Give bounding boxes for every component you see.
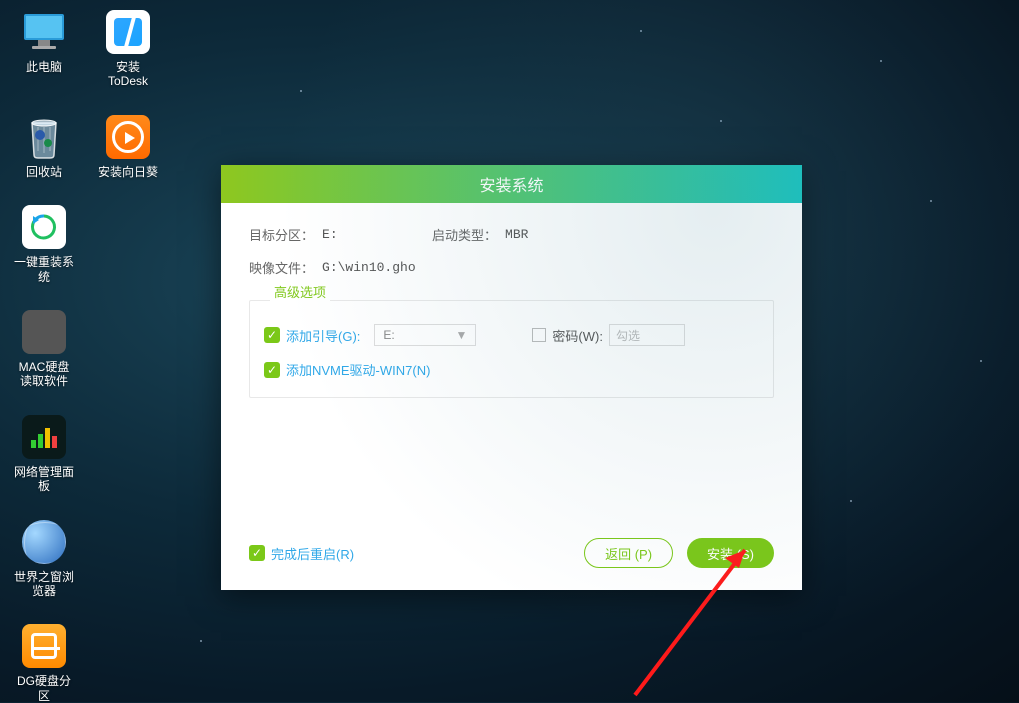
add-boot-select[interactable]: E: ▼ [374, 324, 476, 346]
advanced-options-group: 高级选项 ✓ 添加引导(G): E: ▼ 密码(W): 勾选 ✓ 添加NVME驱… [249, 291, 774, 398]
advanced-legend: 高级选项 [270, 282, 330, 301]
desktop-row: DG硬盘分区 [14, 624, 158, 703]
desktop-icon-todesk[interactable]: 安装ToDesk [98, 10, 158, 89]
add-boot-value: E: [383, 328, 394, 342]
add-boot-label: 添加引导(G): [286, 326, 360, 345]
image-file-label: 映像文件： [249, 258, 314, 277]
partition-icon [22, 624, 66, 668]
checkbox-password[interactable] [532, 328, 546, 342]
dialog-title: 安装系统 [221, 165, 802, 203]
desktop-icon-diskgenius[interactable]: DG硬盘分区 [14, 624, 74, 703]
dialog-body: 目标分区： E: 启动类型： MBR 映像文件： G:\win10.gho 高级… [221, 203, 802, 522]
target-partition-label: 目标分区： [249, 225, 314, 244]
row-add-nvme: ✓ 添加NVME驱动-WIN7(N) [264, 360, 759, 379]
desktop-icon-sunlogin[interactable]: 安装向日葵 [98, 115, 158, 179]
desktop-icon-label: 世界之窗浏览器 [14, 570, 74, 599]
desktop-icon-label: MAC硬盘读取软件 [14, 360, 74, 389]
checkbox-add-boot[interactable]: ✓ [264, 327, 280, 343]
checkbox-restart-after[interactable]: ✓ [249, 545, 265, 561]
desktop-row: MAC硬盘读取软件 [14, 310, 158, 389]
target-partition-value: E: [322, 227, 432, 242]
globe-icon [22, 520, 66, 564]
password-label: 密码(W): [552, 326, 603, 345]
checkbox-add-nvme[interactable]: ✓ [264, 362, 280, 378]
desktop-icon-label: 此电脑 [26, 60, 62, 74]
back-button[interactable]: 返回 (P) [584, 538, 673, 568]
row-image-file: 映像文件： G:\win10.gho [249, 258, 774, 277]
desktop-icon-label: DG硬盘分区 [14, 674, 74, 703]
desktop-icon-label: 回收站 [26, 165, 62, 179]
dialog-footer: ✓ 完成后重启(R) 返回 (P) 安装 (S) [221, 522, 802, 590]
monitor-icon [22, 10, 66, 54]
desktop-row: 回收站 安装向日葵 [14, 115, 158, 179]
desktop-row: 此电脑 安装ToDesk [14, 10, 158, 89]
desktop-icon-reinstall[interactable]: 一键重装系统 [14, 205, 74, 284]
desktop-icons: 此电脑 安装ToDesk 回收站 安装向日葵 [0, 0, 158, 703]
desktop-icon-label: 安装向日葵 [98, 165, 158, 179]
add-nvme-label: 添加NVME驱动-WIN7(N) [286, 360, 430, 379]
boot-type-value: MBR [505, 227, 528, 242]
todesk-icon [106, 10, 150, 54]
desktop-icon-this-pc[interactable]: 此电脑 [14, 10, 74, 89]
boot-type-label: 启动类型： [432, 225, 497, 244]
password-input[interactable]: 勾选 [609, 324, 685, 346]
disk-icon [22, 310, 66, 354]
desktop-row: 一键重装系统 [14, 205, 158, 284]
desktop-row: 网络管理面板 [14, 415, 158, 494]
desktop-icon-recycle-bin[interactable]: 回收站 [14, 115, 74, 179]
row-target-partition: 目标分区： E: 启动类型： MBR [249, 225, 774, 244]
trash-icon [22, 115, 66, 159]
desktop-icon-network-panel[interactable]: 网络管理面板 [14, 415, 74, 494]
desktop-icon-theworld-browser[interactable]: 世界之窗浏览器 [14, 520, 74, 599]
sunflower-icon [106, 115, 150, 159]
desktop-icon-label: 一键重装系统 [14, 255, 74, 284]
install-system-dialog: 安装系统 目标分区： E: 启动类型： MBR 映像文件： G:\win10.g… [221, 165, 802, 590]
desktop-icon-mac-disk[interactable]: MAC硬盘读取软件 [14, 310, 74, 389]
desktop-icon-label: 安装ToDesk [98, 60, 158, 89]
bars-icon [22, 415, 66, 459]
image-file-value: G:\win10.gho [322, 260, 416, 275]
desktop-icon-label: 网络管理面板 [14, 465, 74, 494]
password-placeholder: 勾选 [616, 327, 640, 344]
desktop-row: 世界之窗浏览器 [14, 520, 158, 599]
row-add-boot: ✓ 添加引导(G): E: ▼ 密码(W): 勾选 [264, 324, 759, 346]
install-button[interactable]: 安装 (S) [687, 538, 774, 568]
reinstall-icon [22, 205, 66, 249]
chevron-down-icon: ▼ [456, 328, 468, 342]
restart-label: 完成后重启(R) [271, 544, 354, 563]
restart-option: ✓ 完成后重启(R) [249, 544, 354, 563]
